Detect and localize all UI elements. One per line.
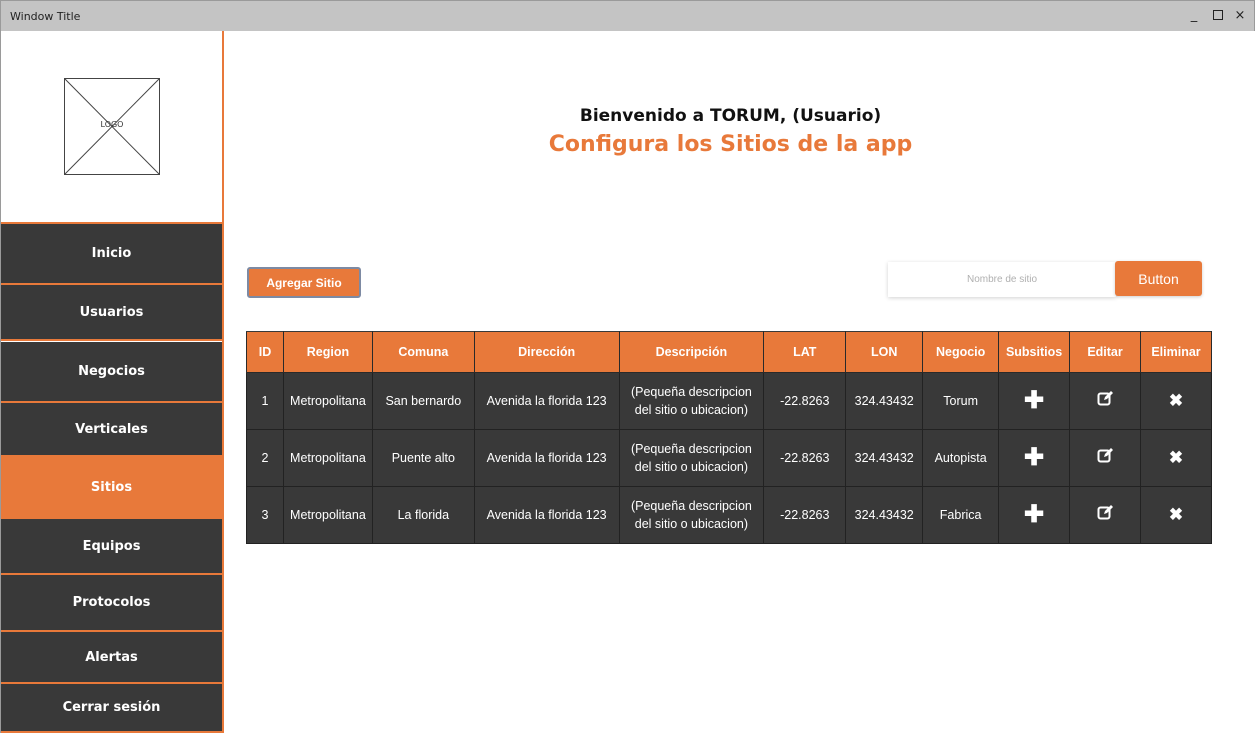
cell-lat: -22.8263 [763, 486, 847, 544]
column-header: Editar [1069, 331, 1141, 373]
sidebar-item-protocolos[interactable]: Protocolos [1, 575, 222, 632]
sidebar-item-label: Cerrar sesión [62, 700, 161, 715]
column-header: Eliminar [1139, 331, 1213, 373]
welcome-heading: Bienvenido a TORUM, (Usuario) [579, 106, 882, 126]
sidebar-item-alertas[interactable]: Alertas [1, 632, 222, 684]
main-content: Bienvenido a TORUM, (Usuario) Configura … [224, 31, 1255, 733]
logo-area: LOGO [1, 31, 222, 224]
edit-icon[interactable] [1097, 504, 1114, 521]
cell-id: 1 [246, 372, 284, 430]
cell-lat: -22.8263 [763, 429, 847, 487]
cell-descripcion: (Pequeña descripcion del sitio o ubicaci… [618, 372, 765, 430]
plus-icon[interactable]: ✚ [1024, 503, 1044, 527]
page-title: Configura los Sitios de la app [548, 132, 913, 157]
column-header: Dirección [473, 331, 620, 373]
sidebar-item-usuarios[interactable]: Usuarios [1, 285, 222, 341]
maximize-icon [1213, 10, 1223, 20]
cell-negocio: Torum [922, 372, 1000, 430]
column-header: ID [246, 331, 284, 373]
app-window: Window Title _ × LOGO Inicio Usuarios Nego… [0, 0, 1255, 733]
sidebar-item-equipos[interactable]: Equipos [1, 519, 222, 575]
cell-descripcion: (Pequeña descripcion del sitio o ubicaci… [618, 429, 765, 487]
logo-text: LOGO [100, 120, 124, 129]
maximize-button[interactable] [1209, 7, 1227, 25]
cell-comuna: La florida [371, 486, 475, 544]
column-header: Region [282, 331, 373, 373]
edit-icon[interactable] [1097, 390, 1114, 407]
table-body: 1 Metropolitana San bernardo Avenida la flo… [246, 372, 1213, 544]
sidebar-item-sitios[interactable]: Sitios [1, 457, 222, 519]
cell-region: Metropolitana [282, 486, 373, 544]
plus-icon[interactable]: ✚ [1024, 446, 1044, 470]
cell-negocio: Fabrica [922, 486, 1000, 544]
sites-table: ID Region Comuna Dirección Descripción LAT LON… [246, 331, 1213, 544]
column-header: Comuna [371, 331, 475, 373]
cell-comuna: Puente alto [371, 429, 475, 487]
close-button[interactable]: × [1231, 7, 1249, 25]
edit-icon[interactable] [1097, 447, 1114, 464]
close-x-icon[interactable]: ✖ [1169, 448, 1183, 467]
table-row: 3 Metropolitana La florida Avenida la flori… [246, 486, 1213, 544]
sidebar-item-cerrar-sesion[interactable]: Cerrar sesión [1, 684, 222, 733]
cell-eliminar: ✖ [1139, 486, 1213, 544]
column-header: LON [845, 331, 924, 373]
cell-subsitios: ✚ [998, 486, 1071, 544]
table-row: 1 Metropolitana San bernardo Avenida la flo… [246, 372, 1213, 430]
cell-editar [1069, 372, 1141, 430]
column-header: Subsitios [998, 331, 1071, 373]
cell-region: Metropolitana [282, 429, 373, 487]
sidebar: LOGO Inicio Usuarios Negocios Verticales Sit… [1, 31, 224, 733]
cell-direccion: Avenida la florida 123 [473, 486, 620, 544]
cell-eliminar: ✖ [1139, 429, 1213, 487]
table-header-row: ID Region Comuna Dirección Descripción LAT LON… [246, 331, 1213, 373]
column-header: Negocio [922, 331, 1000, 373]
cell-region: Metropolitana [282, 372, 373, 430]
close-x-icon[interactable]: ✖ [1169, 505, 1183, 524]
column-header: Descripción [618, 331, 765, 373]
close-x-icon[interactable]: ✖ [1169, 391, 1183, 410]
plus-icon[interactable]: ✚ [1024, 389, 1044, 413]
sidebar-item-label: Verticales [75, 421, 148, 437]
cell-eliminar: ✖ [1139, 372, 1213, 430]
cell-subsitios: ✚ [998, 372, 1071, 430]
sidebar-item-negocios[interactable]: Negocios [1, 342, 222, 403]
cell-lat: -22.8263 [763, 372, 847, 430]
window-title: Window Title [10, 10, 81, 23]
logo: LOGO [64, 78, 160, 175]
sidebar-item-label: Equipos [82, 538, 141, 554]
search-input[interactable] [888, 262, 1116, 297]
column-header: LAT [763, 331, 847, 373]
sidebar-item-label: Inicio [91, 246, 132, 261]
sidebar-item-label: Usuarios [79, 304, 144, 320]
table-row: 2 Metropolitana Puente alto Avenida la flor… [246, 429, 1213, 487]
cell-lon: 324.43432 [845, 372, 924, 430]
cell-direccion: Avenida la florida 123 [473, 372, 620, 430]
cell-subsitios: ✚ [998, 429, 1071, 487]
cell-lon: 324.43432 [845, 486, 924, 544]
sidebar-item-label: Protocolos [72, 595, 151, 610]
sidebar-item-label: Sitios [90, 479, 133, 495]
cell-editar [1069, 486, 1141, 544]
cell-descripcion: (Pequeña descripcion del sitio o ubicaci… [618, 486, 765, 544]
title-bar: Window Title _ × [1, 1, 1254, 31]
cell-lon: 324.43432 [845, 429, 924, 487]
sidebar-item-verticales[interactable]: Verticales [1, 403, 222, 457]
sidebar-item-inicio[interactable]: Inicio [1, 224, 222, 285]
sidebar-item-label: Negocios [78, 364, 145, 379]
add-site-button[interactable]: Agregar Sitio [247, 267, 361, 298]
cell-editar [1069, 429, 1141, 487]
cell-negocio: Autopista [922, 429, 1000, 487]
minimize-button[interactable]: _ [1185, 7, 1203, 25]
cell-id: 3 [246, 486, 284, 544]
cell-direccion: Avenida la florida 123 [473, 429, 620, 487]
cell-id: 2 [246, 429, 284, 487]
cell-comuna: San bernardo [371, 372, 475, 430]
sidebar-item-label: Alertas [85, 649, 138, 665]
search-button[interactable]: Button [1115, 261, 1202, 296]
